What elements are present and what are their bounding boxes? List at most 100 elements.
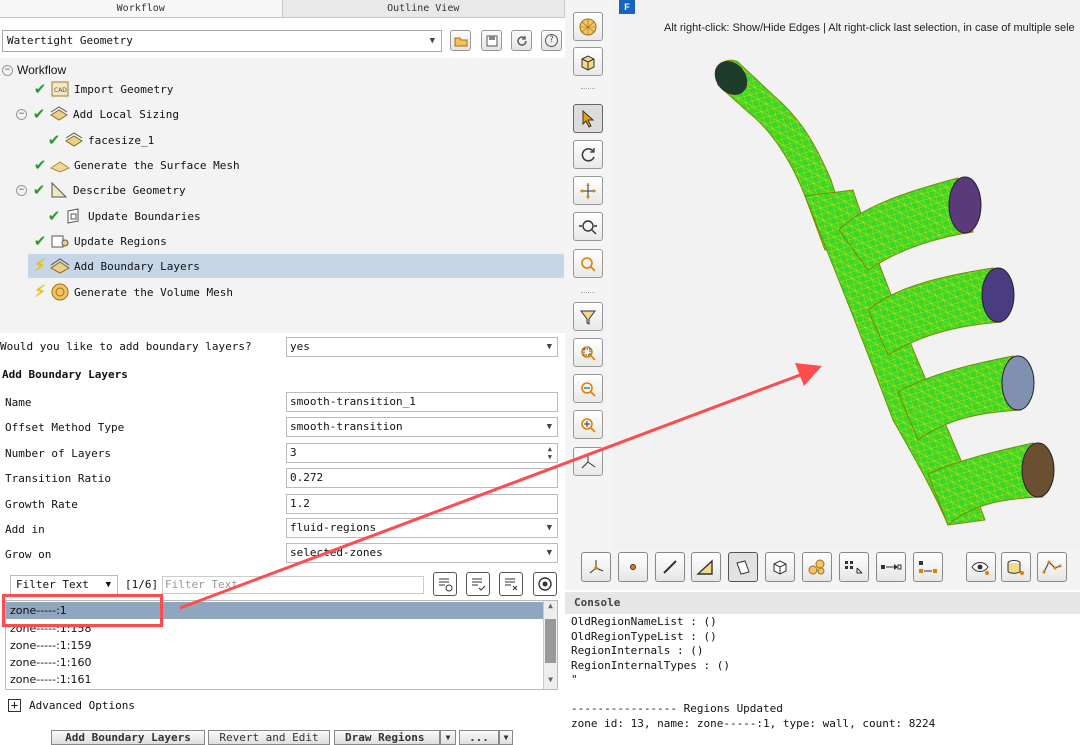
pan-button[interactable] — [573, 176, 603, 205]
field-label-number-of-layers: Number of Layers — [5, 447, 111, 460]
show-all-button[interactable] — [966, 552, 996, 582]
boundary-layer-icon — [50, 258, 70, 274]
select-next-button[interactable] — [876, 552, 906, 582]
more-options-dropdown[interactable]: ▼ — [499, 730, 513, 745]
tab-workflow[interactable]: Workflow — [0, 0, 283, 17]
deselect-list-button[interactable] — [499, 572, 523, 596]
tree-item-add-boundary-layers[interactable]: ⚡ Add Boundary Layers — [28, 254, 564, 278]
refresh-workflow-button[interactable] — [511, 30, 532, 51]
add-in-select[interactable]: fluid-regions ▼ — [286, 518, 558, 538]
select-zone-button[interactable] — [728, 552, 758, 582]
console-line: " — [571, 673, 578, 686]
select-tool-button[interactable] — [573, 104, 603, 133]
collapse-icon[interactable]: − — [16, 108, 27, 120]
select-value: selected-zones — [290, 546, 383, 559]
add-boundary-layers-select[interactable]: yes ▼ — [286, 337, 558, 357]
tree-item-update-regions[interactable]: ✔ Update Regions — [32, 229, 167, 253]
chevron-down-icon: ▼ — [445, 733, 451, 742]
regions-icon — [51, 235, 69, 248]
draw-regions-dropdown[interactable]: ▼ — [440, 730, 456, 745]
growth-rate-input[interactable]: 1.2 — [286, 494, 558, 514]
more-options-button[interactable]: ... — [459, 730, 499, 745]
check-icon: ✔ — [32, 105, 46, 123]
revert-and-edit-button[interactable]: Revert and Edit — [208, 730, 330, 745]
zoom-in-out-button[interactable] — [573, 212, 603, 241]
show-selected-button[interactable] — [1001, 552, 1031, 582]
scrollbar-thumb[interactable] — [545, 619, 556, 663]
name-input[interactable]: smooth-transition_1 — [286, 392, 558, 412]
toolbar-grip[interactable] — [581, 292, 595, 295]
collapse-icon[interactable]: − — [16, 184, 27, 196]
select-object-button[interactable] — [802, 552, 832, 582]
bounding-box-button[interactable] — [573, 47, 603, 76]
chevron-down-icon: ▼ — [546, 523, 552, 533]
tab-outline-view[interactable]: Outline View — [283, 0, 565, 17]
zone-list-scrollbar[interactable]: ▲ ▼ — [543, 601, 557, 689]
tree-item-generate-volume-mesh[interactable]: ⚡ Generate the Volume Mesh — [32, 280, 233, 304]
zoom-out-button[interactable] — [573, 374, 603, 403]
tree-item-facesize[interactable]: ✔ facesize_1 — [46, 128, 155, 152]
arrow-right-icon — [881, 564, 902, 570]
rotate-button[interactable] — [573, 140, 603, 169]
task-panel: Workflow Outline View Watertight Geometr… — [0, 0, 565, 745]
help-button[interactable]: ? — [541, 30, 562, 51]
select-edge-button[interactable] — [655, 552, 685, 582]
zoom-in-button[interactable] — [573, 410, 603, 439]
number-of-layers-stepper[interactable]: 3 ▲ ▼ — [286, 443, 558, 463]
draw-regions-button[interactable]: Draw Regions — [334, 730, 440, 745]
console-line: RegionInternalTypes : () — [571, 659, 730, 672]
console-line: zone id: 13, name: zone-----:1, type: wa… — [571, 717, 936, 730]
check-icon: ✔ — [33, 156, 47, 174]
zoom-out-icon — [581, 381, 596, 397]
axis-triad-button[interactable] — [581, 552, 611, 582]
mesh-display-button[interactable] — [573, 12, 603, 41]
console-line: OldRegionNameList : () — [571, 615, 717, 628]
chevron-down-icon: ▼ — [546, 548, 552, 558]
scroll-up-icon[interactable]: ▲ — [544, 601, 557, 615]
offset-method-select[interactable]: smooth-transition ▼ — [286, 417, 558, 437]
tree-item-update-boundaries[interactable]: ✔ Update Boundaries — [46, 204, 201, 228]
open-workflow-button[interactable] — [450, 30, 471, 51]
advanced-options-label: Advanced Options — [29, 699, 135, 712]
workflow-type-select[interactable]: Watertight Geometry ▼ — [2, 30, 442, 52]
tree-item-generate-surface-mesh[interactable]: ✔ Generate the Surface Mesh — [32, 153, 240, 177]
advanced-options-toggle[interactable]: + Advanced Options — [8, 699, 135, 712]
select-by-label-button[interactable] — [839, 552, 869, 582]
list-item[interactable]: zone-----:1:161 — [6, 671, 544, 688]
select-all-button[interactable] — [433, 572, 457, 596]
check-icon: ✔ — [33, 232, 47, 250]
pick-in-graphics-button[interactable] — [533, 572, 557, 596]
select-more-button[interactable] — [913, 552, 943, 582]
tree-item-import-geometry[interactable]: ✔ CAD Import Geometry — [32, 77, 174, 101]
transition-ratio-input[interactable]: 0.272 — [286, 468, 558, 488]
grow-on-select[interactable]: selected-zones ▼ — [286, 543, 558, 563]
show-points-button[interactable] — [1037, 552, 1067, 582]
filter-view-button[interactable] — [573, 302, 603, 331]
select-value: fluid-regions — [290, 521, 377, 534]
toolbar-grip[interactable] — [581, 88, 595, 91]
zoom-to-fit-button[interactable] — [573, 249, 603, 278]
graphics-hint-text: Alt right-click: Show/Hide Edges | Alt r… — [664, 22, 1075, 34]
scroll-down-icon[interactable]: ▼ — [544, 675, 557, 689]
list-item[interactable]: zone-----:1:159 — [6, 637, 544, 654]
eye-icon — [971, 562, 989, 575]
select-face-button[interactable] — [691, 552, 721, 582]
filter-mode-select[interactable]: Filter Text ▼ — [10, 575, 118, 595]
tree-item-describe-geometry[interactable]: − ✔ Describe Geometry — [16, 178, 186, 202]
select-list-button[interactable] — [466, 572, 490, 596]
axes-view-button[interactable] — [573, 447, 603, 476]
zoom-box-button[interactable] — [573, 338, 603, 367]
spin-icon[interactable]: ▲ ▼ — [548, 445, 552, 461]
select-body-button[interactable] — [765, 552, 795, 582]
chevron-down-icon: ▼ — [503, 733, 509, 742]
add-boundary-layers-button[interactable]: Add Boundary Layers — [51, 730, 205, 745]
collapse-icon[interactable]: − — [2, 64, 13, 76]
polyline-points-icon — [1042, 560, 1062, 574]
graphics-window[interactable] — [613, 0, 1080, 550]
target-icon — [538, 577, 552, 591]
save-workflow-button[interactable] — [481, 30, 502, 51]
filter-text-input[interactable]: Filter Text — [162, 576, 424, 594]
tree-item-add-local-sizing[interactable]: − ✔ Add Local Sizing — [16, 102, 179, 126]
list-item[interactable]: zone-----:1:160 — [6, 654, 544, 671]
select-point-button[interactable] — [618, 552, 648, 582]
